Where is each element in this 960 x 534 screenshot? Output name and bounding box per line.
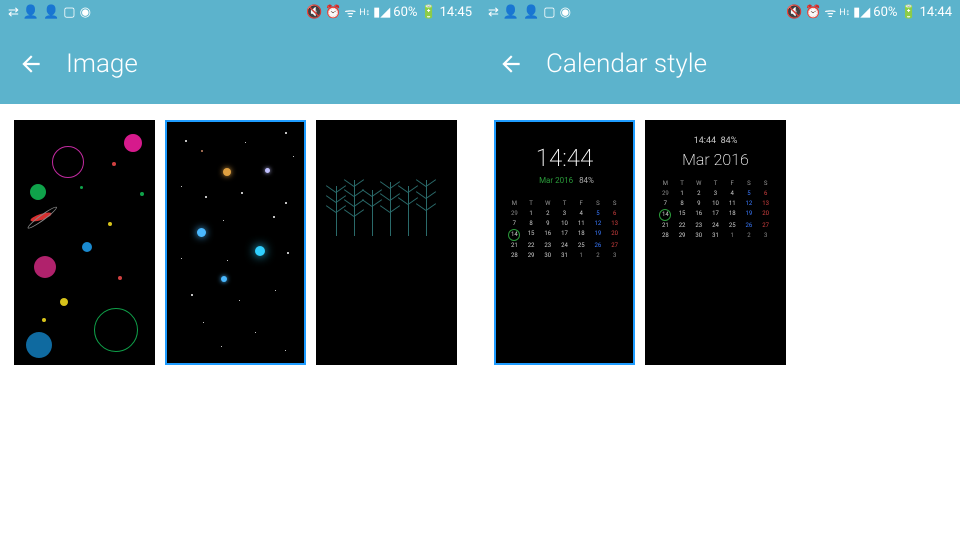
preview-battery: 84% [721, 136, 738, 146]
nfc-icon: ⇄ [488, 5, 499, 20]
status-right-icons: 🔇 ⏰ ᯤ H↕ ▮◢ 60% 🔋 14:45 [306, 3, 472, 21]
person-icon: 👤 [23, 5, 39, 20]
data-icon: H↕ [359, 7, 370, 18]
dow: S [757, 180, 774, 187]
picture-icon: ▢ [543, 5, 555, 20]
calendar-grid: 14:44 Mar 2016 84% M T W T F S S 2912345… [480, 104, 960, 381]
data-icon: H↕ [839, 7, 850, 18]
clock-text: 14:44 [920, 5, 952, 20]
image-option-planets[interactable] [14, 120, 155, 365]
signal-icon: ▮◢ [373, 5, 390, 20]
title-bar: Image [0, 24, 480, 104]
preview-clock: 14:44 [496, 144, 633, 172]
clock-text: 14:45 [440, 5, 472, 20]
calendar-option-small-clock[interactable]: 14:44 84% Mar 2016 M T W T F S S 2912345… [645, 120, 786, 365]
back-button[interactable] [498, 51, 524, 77]
image-option-trees[interactable] [316, 120, 457, 365]
person-icon-2: 👤 [43, 5, 59, 20]
dow: T [674, 180, 691, 187]
picture-icon: ▢ [63, 5, 75, 20]
dow: T [707, 180, 724, 187]
dow: T [556, 200, 573, 207]
signal-icon: ▮◢ [853, 5, 870, 20]
dow: S [606, 200, 623, 207]
dow: M [506, 200, 523, 207]
status-left-icons: ⇄ 👤 👤 ▢ ◉ [488, 5, 571, 20]
preview-clock: 14:44 [694, 136, 716, 146]
dow: M [657, 180, 674, 187]
wifi-icon: ᯤ [344, 3, 356, 21]
mute-icon: 🔇 [306, 5, 322, 20]
person-icon: 👤 [503, 5, 519, 20]
panel-image: ⇄ 👤 👤 ▢ ◉ 🔇 ⏰ ᯤ H↕ ▮◢ 60% 🔋 14:45 Image [0, 0, 480, 534]
panel-calendar-style: ⇄ 👤 👤 ▢ ◉ 🔇 ⏰ ᯤ H↕ ▮◢ 60% 🔋 14:44 Calend… [480, 0, 960, 534]
preview-battery: 84% [579, 176, 594, 185]
status-bar: ⇄ 👤 👤 ▢ ◉ 🔇 ⏰ ᯤ H↕ ▮◢ 60% 🔋 14:45 [0, 0, 480, 24]
alarm-icon: ⏰ [805, 5, 821, 20]
preview-month: Mar 2016 [647, 150, 784, 169]
sync-icon: ◉ [560, 5, 571, 20]
preview-calendar: M T W T F S S 29123456 78910111213 14151… [506, 200, 623, 261]
status-bar: ⇄ 👤 👤 ▢ ◉ 🔇 ⏰ ᯤ H↕ ▮◢ 60% 🔋 14:44 [480, 0, 960, 24]
dow: T [523, 200, 540, 207]
image-option-stars[interactable] [165, 120, 306, 365]
status-left-icons: ⇄ 👤 👤 ▢ ◉ [8, 5, 91, 20]
wifi-icon: ᯤ [824, 3, 836, 21]
dow: F [573, 200, 590, 207]
page-title: Image [66, 49, 138, 79]
alarm-icon: ⏰ [325, 5, 341, 20]
battery-icon: 🔋 [420, 5, 436, 20]
person-icon-2: 👤 [523, 5, 539, 20]
image-grid [0, 104, 480, 381]
back-button[interactable] [18, 51, 44, 77]
dow: S [741, 180, 758, 187]
mute-icon: 🔇 [786, 5, 802, 20]
dow: W [690, 180, 707, 187]
nfc-icon: ⇄ [8, 5, 19, 20]
sync-icon: ◉ [80, 5, 91, 20]
title-bar: Calendar style [480, 24, 960, 104]
calendar-option-large-clock[interactable]: 14:44 Mar 2016 84% M T W T F S S 2912345… [494, 120, 635, 365]
preview-month-line: Mar 2016 84% [496, 176, 633, 185]
dow: S [590, 200, 607, 207]
battery-icon: 🔋 [900, 5, 916, 20]
dow: W [539, 200, 556, 207]
page-title: Calendar style [546, 49, 707, 79]
battery-text: 60% [393, 5, 417, 20]
preview-calendar: M T W T F S S 29123456 78910111213 14151… [657, 180, 774, 241]
preview-clock-line: 14:44 84% [647, 136, 784, 146]
battery-text: 60% [873, 5, 897, 20]
dow: F [724, 180, 741, 187]
status-right-icons: 🔇 ⏰ ᯤ H↕ ▮◢ 60% 🔋 14:44 [786, 3, 952, 21]
preview-month: Mar 2016 [539, 176, 573, 185]
